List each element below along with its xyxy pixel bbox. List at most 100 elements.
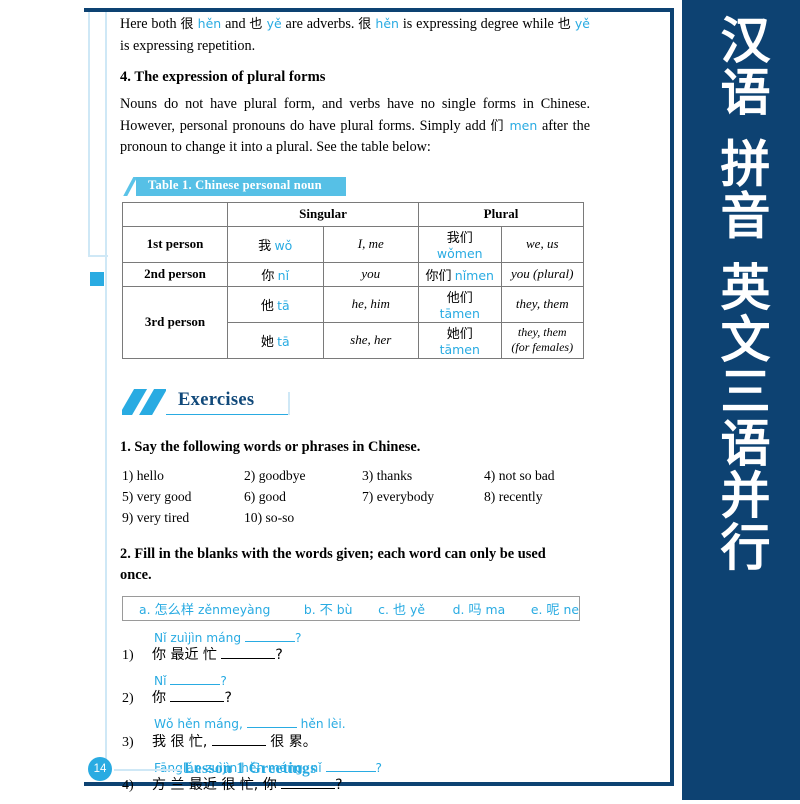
pinyin-hen-1: hěn [197, 16, 222, 31]
option-pinyin: ma [485, 601, 506, 617]
table-row: 1st person 我 wǒ I, me 我们 wǒmen we, us [122, 225, 584, 263]
cell-singular-hanzi: 我 wǒ [227, 225, 324, 263]
footer-rule [114, 769, 182, 771]
list-item: 4) not so bad [484, 467, 555, 483]
cell-plural-english: they, them (for females) [500, 321, 584, 359]
option-hanzi: 吗 [468, 602, 482, 618]
cell-singular-english: he, him [322, 285, 419, 323]
option-hanzi: 怎么样 [154, 602, 195, 618]
frame-right-border [670, 8, 674, 786]
exercises-title: Exercises [178, 389, 255, 410]
cell-plural-hanzi: 他们 tāmen [418, 285, 502, 323]
page-canvas: Here both 很 hěn and 也 yě are adverbs. 很 … [0, 0, 800, 800]
blank-underline[interactable] [170, 683, 221, 685]
footer-lesson-title: Lesson 1 Greetings [184, 760, 317, 777]
hanzi-sentence-2: 2) 你 ? [122, 689, 590, 708]
exercise-2-prompt: 2. Fill in the blanks with the words giv… [120, 545, 546, 583]
word-bank-option-e[interactable]: e. 呢 ne [531, 599, 579, 618]
list-item: 9) very tired [122, 509, 190, 525]
pinyin-tamen-male: tāmen [439, 305, 480, 321]
book-spine-tab: 汉语 拼音 英文三语并行 [682, 0, 800, 800]
answer-blank[interactable] [170, 701, 225, 703]
frame-outer-vertical-rule [88, 12, 90, 257]
page-number-badge: 14 [88, 757, 112, 781]
hanzi-sentence-3: 3) 我 很 忙, 很 累。 [122, 733, 590, 752]
option-pinyin: bù [336, 601, 353, 617]
option-label: b. [303, 601, 316, 617]
hanzi-wo: 我 [258, 238, 272, 254]
blank-underline[interactable] [246, 727, 297, 729]
row-label-1st: 1st person [122, 225, 228, 263]
word-bank-option-a[interactable]: a. 怎么样 zěnmeyàng [139, 599, 270, 618]
option-pinyin: yě [410, 601, 425, 617]
column-header-blank [122, 201, 228, 227]
answer-blank[interactable] [281, 788, 336, 790]
section4-paragraph: Nouns do not have plural form, and verbs… [120, 94, 590, 159]
exercise-1-prompt: 1. Say the following words or phrases in… [120, 438, 421, 455]
intro-text-c: are adverbs. [281, 16, 359, 32]
pinyin-nimen: nǐmen [454, 267, 494, 283]
table-caption-text: Table 1. Chinese personal noun [148, 177, 322, 192]
cell-plural-english: you (plural) [500, 261, 584, 287]
option-hanzi: 也 [392, 602, 407, 618]
table-row: 3rd person 他 tā he, him 他们 tāmen they, t… [122, 285, 584, 359]
cell-singular-hanzi: 你 nǐ [227, 261, 324, 287]
list-item: 8) recently [484, 488, 543, 504]
item-number: 3) [122, 734, 134, 750]
pinyin-hint-text: Nǐ zuìjìn máng [154, 630, 245, 645]
word-bank-option-c[interactable]: c. 也 yě [378, 599, 425, 618]
cell-singular-hanzi: 他 tā [227, 285, 324, 323]
cell-plural-english: they, them [500, 285, 584, 323]
intro-text-b: and [221, 16, 250, 32]
pinyin-hint-2: Nǐ ? [154, 674, 590, 689]
pinyin-ta-male: tā [277, 297, 290, 313]
frame-accent-square [90, 272, 104, 286]
word-bank-option-d[interactable]: d. 吗 ma [453, 599, 506, 618]
hanzi-sentence-1: 1) 你 最近 忙 ? [122, 646, 590, 665]
item-number: 2) [122, 691, 134, 707]
hanzi-tamen-female: 她们 [446, 326, 473, 342]
list-item: 2) goodbye [244, 467, 306, 483]
list-item: 10) so-so [244, 509, 295, 525]
table-header-row: Singular Plural [122, 201, 584, 227]
intro-paragraph: Here both 很 hěn and 也 yě are adverbs. 很 … [120, 14, 590, 57]
word-bank-option-b[interactable]: b. 不 bù [304, 599, 353, 618]
blank-underline[interactable] [244, 640, 295, 642]
pinyin-hint-text: Nǐ [154, 673, 171, 688]
diagonal-stripes-icon [122, 388, 166, 415]
hanzi-text: 我 很 忙, [152, 733, 212, 750]
answer-blank[interactable] [221, 657, 276, 659]
hanzi-ta-male: 他 [260, 298, 274, 314]
cell-plural-hanzi: 你们 nǐmen [418, 261, 502, 287]
pinyin-hint-text: Wǒ hěn máng, [154, 717, 247, 732]
pinyin-hint-end: hěn lèi. [296, 717, 346, 732]
hanzi-text-end: ? [224, 690, 232, 707]
hanzi-tamen-male: 他们 [446, 290, 473, 306]
hanzi-text-end: 很 累。 [265, 733, 317, 750]
fill-blank-item-2: Nǐ ? 2) 你 ? [122, 674, 590, 708]
section-heading-4: 4. The expression of plural forms [120, 69, 326, 86]
option-pinyin: ne [563, 601, 579, 617]
frame-horizontal-tick [88, 255, 108, 257]
cell-singular-english: she, her [322, 321, 419, 359]
hanzi-text: 你 [152, 690, 171, 707]
item-number: 1) [122, 647, 134, 663]
table-row: 2nd person 你 nǐ you 你们 nǐmen you (plural… [122, 261, 584, 287]
page-footer: 14 Lesson 1 Greetings [88, 757, 648, 787]
pinyin-ni: nǐ [277, 267, 290, 283]
cell-singular-english: I, me [322, 225, 419, 263]
column-header-plural: Plural [418, 201, 584, 227]
option-hanzi: 不 [319, 602, 333, 618]
pinyin-wo: wǒ [274, 237, 293, 253]
pinyin-men: men [509, 117, 538, 133]
option-label: e. [530, 601, 543, 617]
list-item: 6) good [244, 488, 286, 504]
cell-singular-hanzi: 她 tā [227, 321, 324, 359]
pinyin-ye-2: yě [574, 16, 590, 31]
intro-text-e: is expressing repetition. [120, 37, 256, 54]
cell-plural-english: we, us [500, 225, 584, 263]
answer-blank[interactable] [211, 744, 266, 746]
pinyin-hint-end: ? [294, 630, 302, 645]
exercise-1-word-list: 1) hello 2) goodbye 3) thanks 4) not so … [122, 468, 590, 526]
cell-plural-hanzi: 她们 tāmen [418, 321, 502, 359]
